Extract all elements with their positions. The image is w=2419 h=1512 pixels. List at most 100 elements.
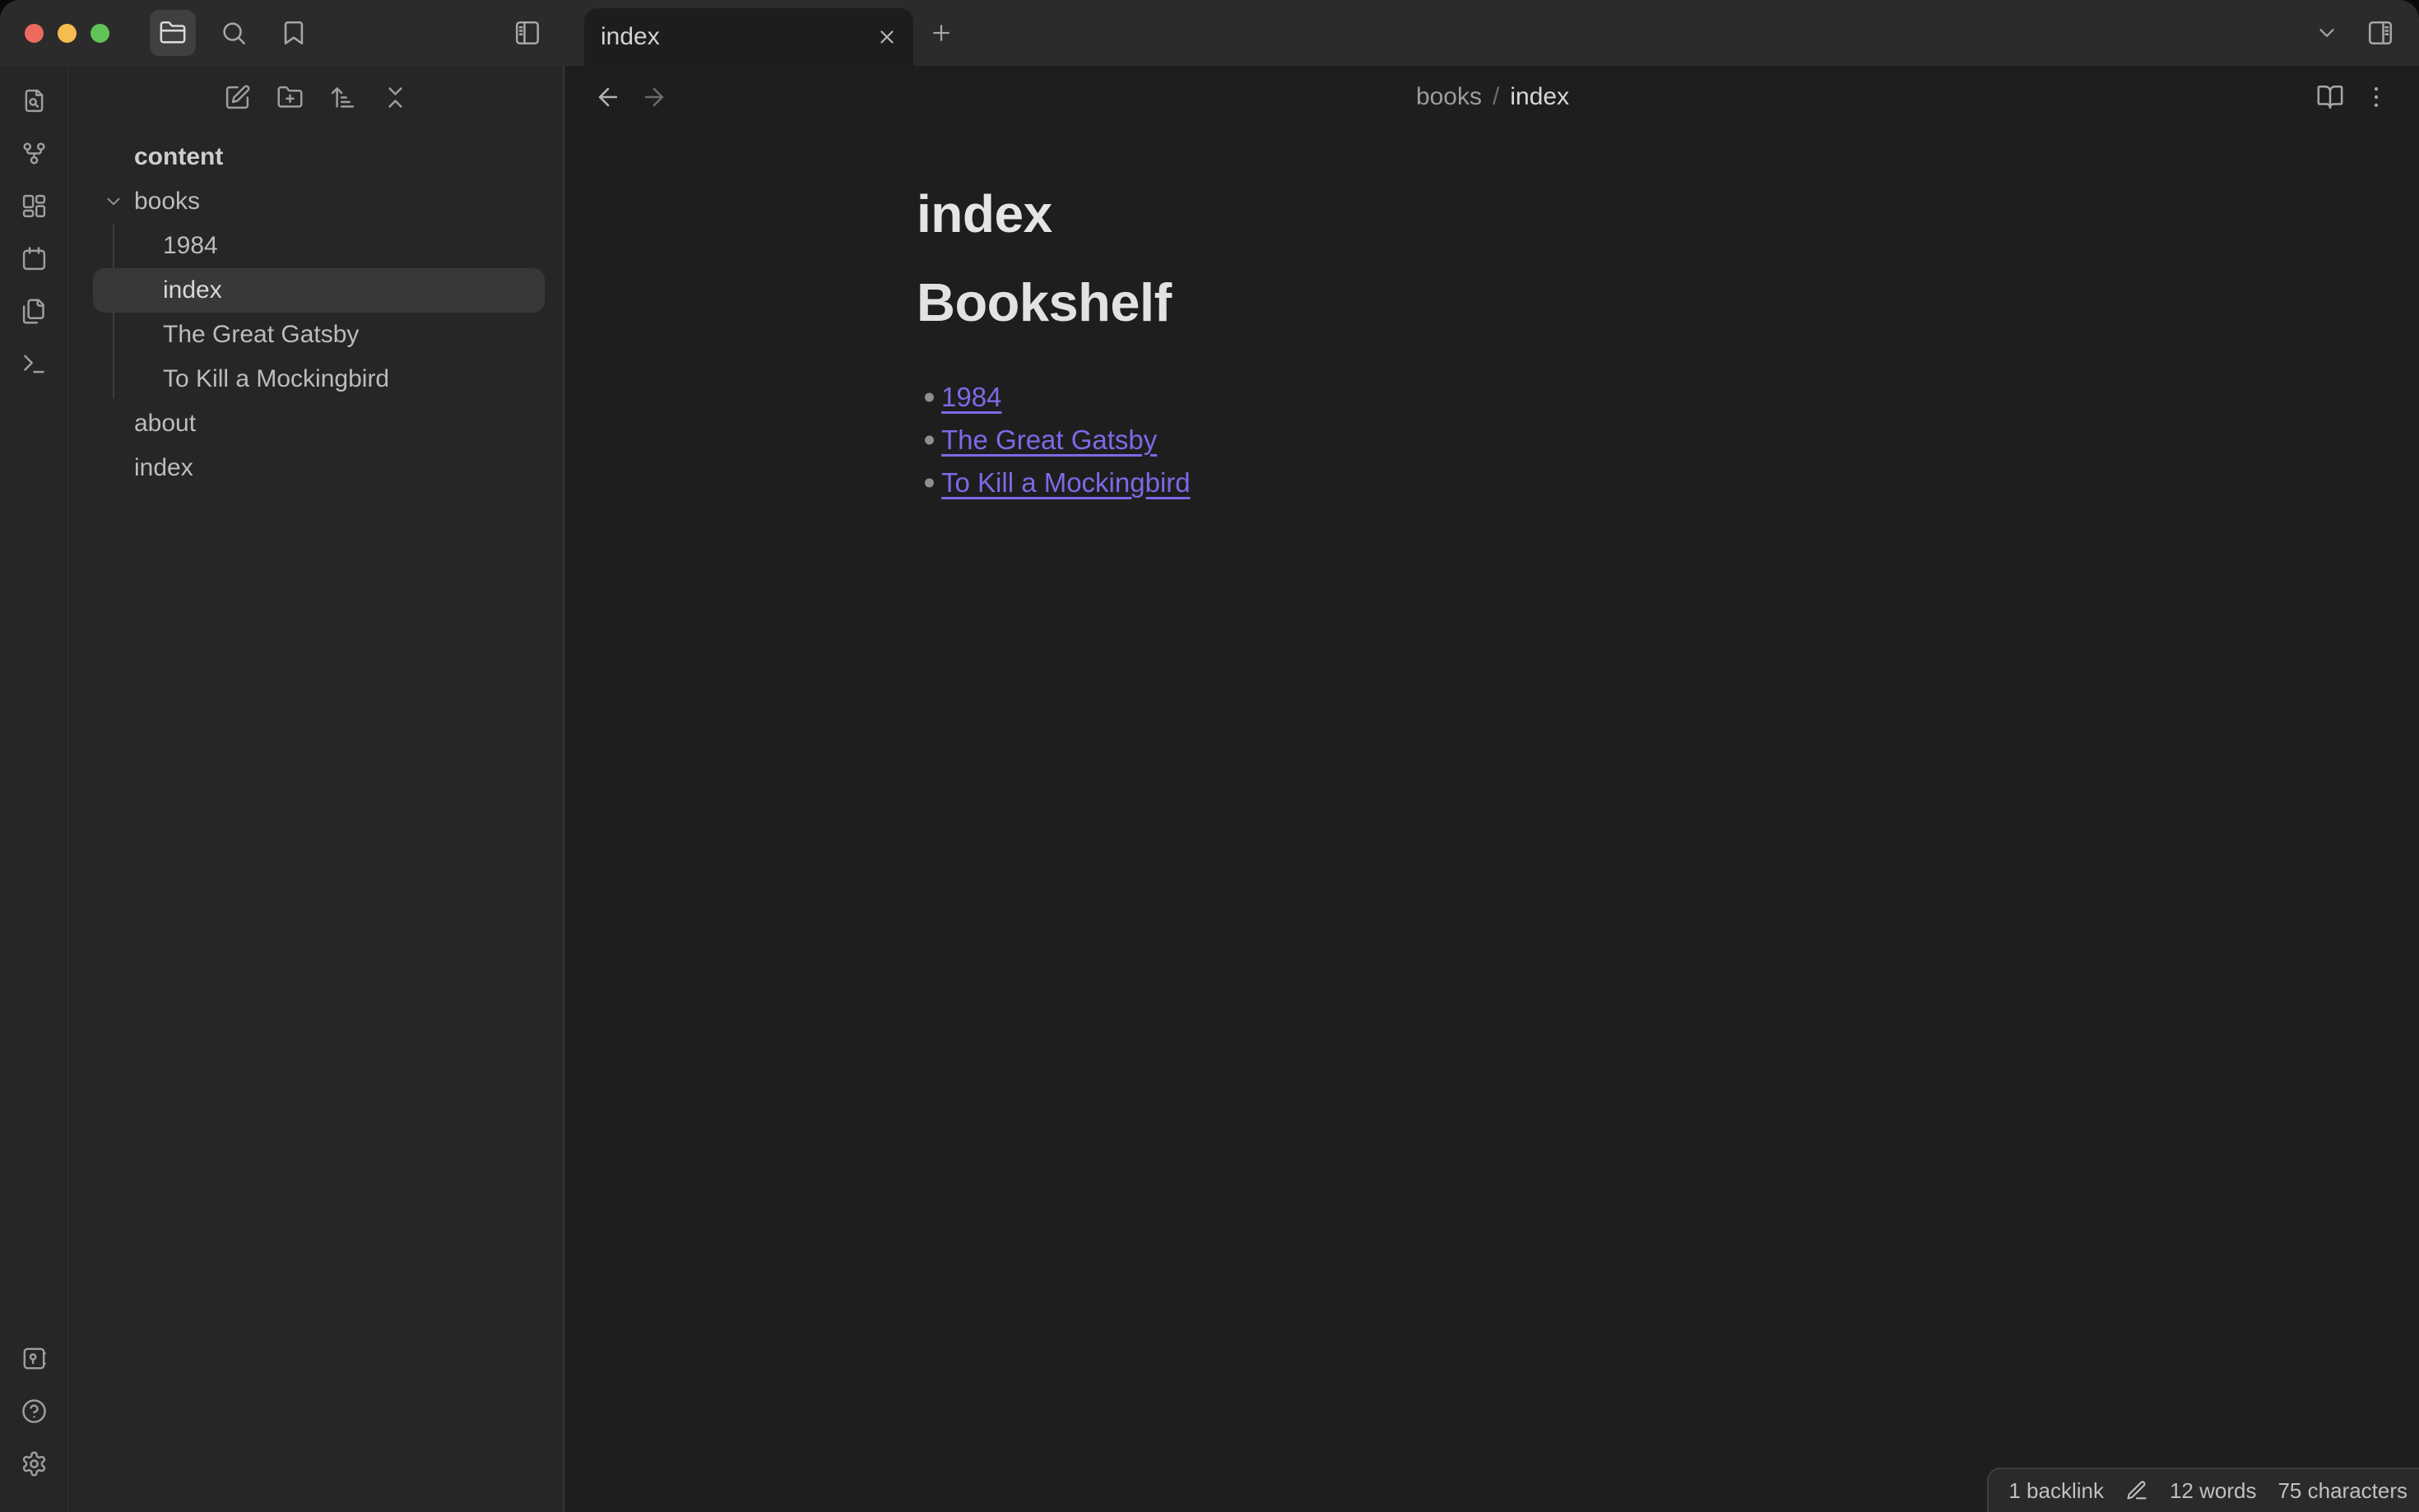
more-vertical-icon — [2362, 83, 2390, 111]
file-explorer: content books 1984 index The Great Gatsb… — [70, 66, 564, 1512]
vault-title-row[interactable]: content — [93, 135, 545, 179]
terminal-button[interactable] — [12, 341, 58, 387]
editor-actions — [2307, 74, 2399, 120]
search-button[interactable] — [211, 10, 257, 56]
reading-mode-button[interactable] — [2307, 74, 2353, 120]
close-window-button[interactable] — [25, 23, 44, 43]
note-heading: Bookshelf — [917, 271, 1172, 332]
list-item: To Kill a Mockingbird — [917, 461, 2068, 504]
templates-button[interactable] — [12, 288, 58, 334]
vault-name: content — [134, 143, 224, 170]
editor-pane: books / index index Bookshelf 1984 The G… — [566, 66, 2419, 1512]
folder-icon — [159, 19, 187, 47]
files-toggle-button[interactable] — [150, 10, 196, 56]
files-icon — [21, 298, 48, 325]
breadcrumb: books / index — [1416, 66, 1569, 128]
gear-icon — [21, 1450, 48, 1477]
toggle-left-sidebar-button[interactable] — [504, 10, 550, 56]
history-nav — [585, 74, 677, 120]
tree-file-the-great-gatsby[interactable]: The Great Gatsby — [93, 313, 545, 357]
tab-index[interactable]: index — [584, 8, 913, 66]
calendar-icon — [21, 245, 48, 272]
folder-label: books — [134, 188, 201, 215]
panel-right-icon — [2366, 19, 2394, 47]
note-content: index Bookshelf 1984 The Great Gatsby To… — [917, 128, 2068, 504]
help-circle-icon — [21, 1398, 48, 1425]
internal-link-1984[interactable]: 1984 — [941, 382, 1001, 413]
file-label: index — [163, 276, 222, 304]
sort-order-button[interactable] — [320, 74, 366, 120]
navigate-back-button[interactable] — [585, 74, 631, 120]
link-list: 1984 The Great Gatsby To Kill a Mockingb… — [917, 376, 2068, 504]
tree-file-about[interactable]: about — [93, 401, 545, 446]
panel-left-icon — [513, 19, 541, 47]
vault-switcher-button[interactable] — [12, 1335, 58, 1381]
bullet-icon — [925, 478, 934, 488]
word-count: 12 words — [2169, 1477, 2257, 1503]
new-note-icon — [224, 84, 251, 111]
tree-file-index-selected[interactable]: index — [93, 268, 545, 313]
app-window: index content books 1984 index The Great… — [0, 0, 2419, 1512]
settings-button[interactable] — [12, 1440, 58, 1486]
minimize-window-button[interactable] — [58, 23, 77, 43]
vault-icon — [21, 1345, 48, 1372]
layout-dashboard-icon — [21, 192, 48, 220]
list-item: The Great Gatsby — [917, 419, 2068, 461]
help-button[interactable] — [12, 1388, 58, 1434]
quick-switcher-button[interactable] — [12, 77, 58, 123]
arrow-left-icon — [594, 83, 622, 111]
breadcrumb-current[interactable]: index — [1510, 83, 1569, 111]
file-label: The Great Gatsby — [163, 321, 360, 348]
bookmarks-button[interactable] — [271, 10, 317, 56]
status-bar: 1 backlink 12 words 75 characters — [1987, 1468, 2419, 1512]
tab-title: index — [601, 23, 660, 50]
file-label: index — [134, 454, 193, 481]
backlink-count[interactable]: 1 backlink — [2008, 1478, 2104, 1504]
breadcrumb-separator: / — [1493, 83, 1500, 110]
ribbon — [0, 66, 69, 1512]
toggle-right-sidebar-button[interactable] — [2357, 10, 2403, 56]
canvas-button[interactable] — [12, 183, 58, 229]
list-item: 1984 — [917, 376, 2068, 419]
titlebar: index — [0, 0, 2419, 66]
tree-file-to-kill-a-mockingbird[interactable]: To Kill a Mockingbird — [93, 357, 545, 401]
chevron-down-icon — [2315, 21, 2339, 45]
tree-folder-books[interactable]: books — [93, 179, 545, 224]
bullet-icon — [925, 435, 934, 445]
daily-note-button[interactable] — [12, 235, 58, 281]
character-count: 75 characters — [2277, 1477, 2407, 1503]
bookmark-icon — [280, 19, 308, 47]
file-search-icon — [21, 87, 48, 114]
graph-view-button[interactable] — [12, 130, 58, 176]
graph-icon — [21, 140, 48, 167]
zoom-window-button[interactable] — [91, 23, 109, 43]
edit-mode-icon — [2125, 1479, 2148, 1502]
new-folder-button[interactable] — [267, 74, 313, 120]
file-label: 1984 — [163, 232, 218, 259]
folder-plus-icon — [276, 84, 304, 111]
bullet-icon — [925, 392, 934, 402]
breadcrumb-parent[interactable]: books — [1416, 83, 1482, 111]
sort-ascending-icon — [329, 84, 356, 111]
arrow-right-icon — [640, 83, 668, 111]
book-open-icon — [2316, 83, 2344, 111]
chevron-down-icon[interactable] — [103, 191, 124, 212]
more-options-button[interactable] — [2353, 74, 2399, 120]
file-tree: content books 1984 index The Great Gatsb… — [70, 128, 563, 490]
navigate-forward-button[interactable] — [631, 74, 677, 120]
tree-file-1984[interactable]: 1984 — [93, 224, 545, 268]
editor-header: books / index — [566, 66, 2419, 128]
tab-close-button[interactable] — [869, 19, 905, 55]
internal-link-the-great-gatsby[interactable]: The Great Gatsby — [941, 424, 1157, 456]
chevrons-down-up-icon — [382, 84, 409, 111]
new-tab-button[interactable] — [918, 10, 964, 56]
traffic-lights — [25, 0, 109, 66]
terminal-icon — [21, 350, 48, 378]
collapse-all-button[interactable] — [373, 74, 419, 120]
tab-list-button[interactable] — [2304, 10, 2350, 56]
tree-file-index-root[interactable]: index — [93, 446, 545, 490]
file-label: about — [134, 410, 197, 437]
internal-link-to-kill-a-mockingbird[interactable]: To Kill a Mockingbird — [941, 467, 1191, 499]
new-note-button[interactable] — [215, 74, 261, 120]
search-icon — [220, 19, 248, 47]
